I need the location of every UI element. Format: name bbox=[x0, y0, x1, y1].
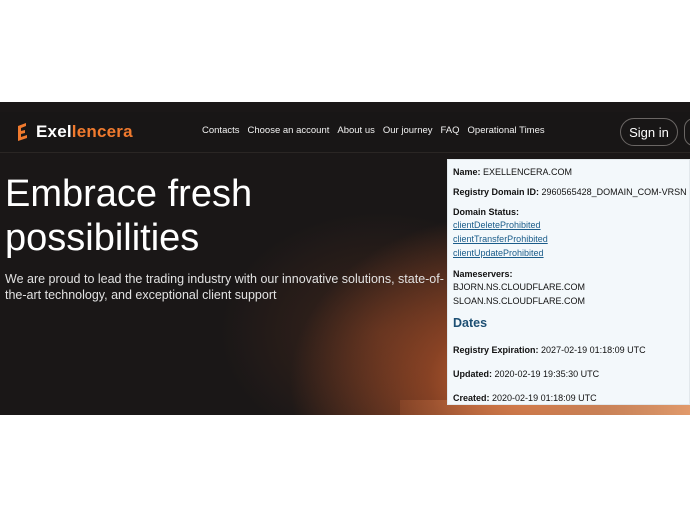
main-nav: Contacts Choose an account About us Our … bbox=[202, 125, 545, 136]
whois-status-label: Domain Status: bbox=[453, 207, 520, 217]
whois-name-row: Name: EXELLENCERA.COM bbox=[453, 166, 685, 178]
whois-panel: Name: EXELLENCERA.COM Registry Domain ID… bbox=[447, 159, 690, 405]
whois-registry-id-row: Registry Domain ID: 2960565428_DOMAIN_CO… bbox=[453, 186, 687, 198]
nav-item-contacts[interactable]: Contacts bbox=[202, 125, 240, 136]
status-link-transfer-prohibited[interactable]: clientTransferProhibited bbox=[453, 232, 685, 246]
secondary-header-button[interactable] bbox=[684, 118, 690, 146]
whois-created-label: Created: bbox=[453, 393, 490, 403]
whois-status-block: Domain Status: clientDeleteProhibited cl… bbox=[453, 206, 685, 260]
hero-subtext: We are proud to lead the trading industr… bbox=[5, 272, 444, 302]
whois-updated-value: 2020-02-19 19:35:30 UTC bbox=[494, 369, 600, 379]
nameserver-item: SLOAN.NS.CLOUDFLARE.COM bbox=[453, 296, 586, 306]
nav-item-operational-times[interactable]: Operational Times bbox=[468, 125, 545, 136]
status-link-delete-prohibited[interactable]: clientDeleteProhibited bbox=[453, 218, 685, 232]
whois-expiration-value: 2027-02-19 01:18:09 UTC bbox=[541, 345, 646, 355]
whois-created-value: 2020-02-19 01:18:09 UTC bbox=[492, 393, 597, 403]
whois-created-row: Created: 2020-02-19 01:18:09 UTC bbox=[453, 392, 685, 404]
whois-name-value: EXELLENCERA.COM bbox=[483, 167, 573, 177]
sign-in-button[interactable]: Sign in bbox=[620, 118, 678, 146]
whois-nameservers-block: Nameservers: BJORN.NS.CLOUDFLARE.COM SLO… bbox=[453, 268, 685, 308]
flame-e-icon bbox=[18, 123, 27, 141]
whois-name-label: Name: bbox=[453, 167, 481, 177]
nav-item-faq[interactable]: FAQ bbox=[441, 125, 460, 136]
whois-expiration-label: Registry Expiration: bbox=[453, 345, 539, 355]
whois-dates-title: Dates bbox=[453, 316, 488, 330]
whois-nameservers-label: Nameservers: bbox=[453, 269, 513, 279]
whois-expiration-row: Registry Expiration: 2027-02-19 01:18:09… bbox=[453, 344, 685, 356]
brand-logo[interactable]: Exellencera bbox=[16, 120, 133, 144]
whois-registry-id-value: 2960565428_DOMAIN_COM-VRSN bbox=[541, 187, 687, 197]
nav-item-our-journey[interactable]: Our journey bbox=[383, 125, 433, 136]
whois-registry-id-label: Registry Domain ID: bbox=[453, 187, 540, 197]
hero-headline: Embrace fresh possibilities bbox=[5, 173, 253, 259]
nameserver-item: BJORN.NS.CLOUDFLARE.COM bbox=[453, 282, 586, 292]
whois-updated-label: Updated: bbox=[453, 369, 492, 379]
status-link-update-prohibited[interactable]: clientUpdateProhibited bbox=[453, 246, 685, 260]
nav-item-choose-account[interactable]: Choose an account bbox=[248, 125, 330, 136]
nav-item-about-us[interactable]: About us bbox=[337, 125, 375, 136]
brand-name: Exellencera bbox=[36, 122, 133, 141]
whois-updated-row: Updated: 2020-02-19 19:35:30 UTC bbox=[453, 368, 685, 380]
